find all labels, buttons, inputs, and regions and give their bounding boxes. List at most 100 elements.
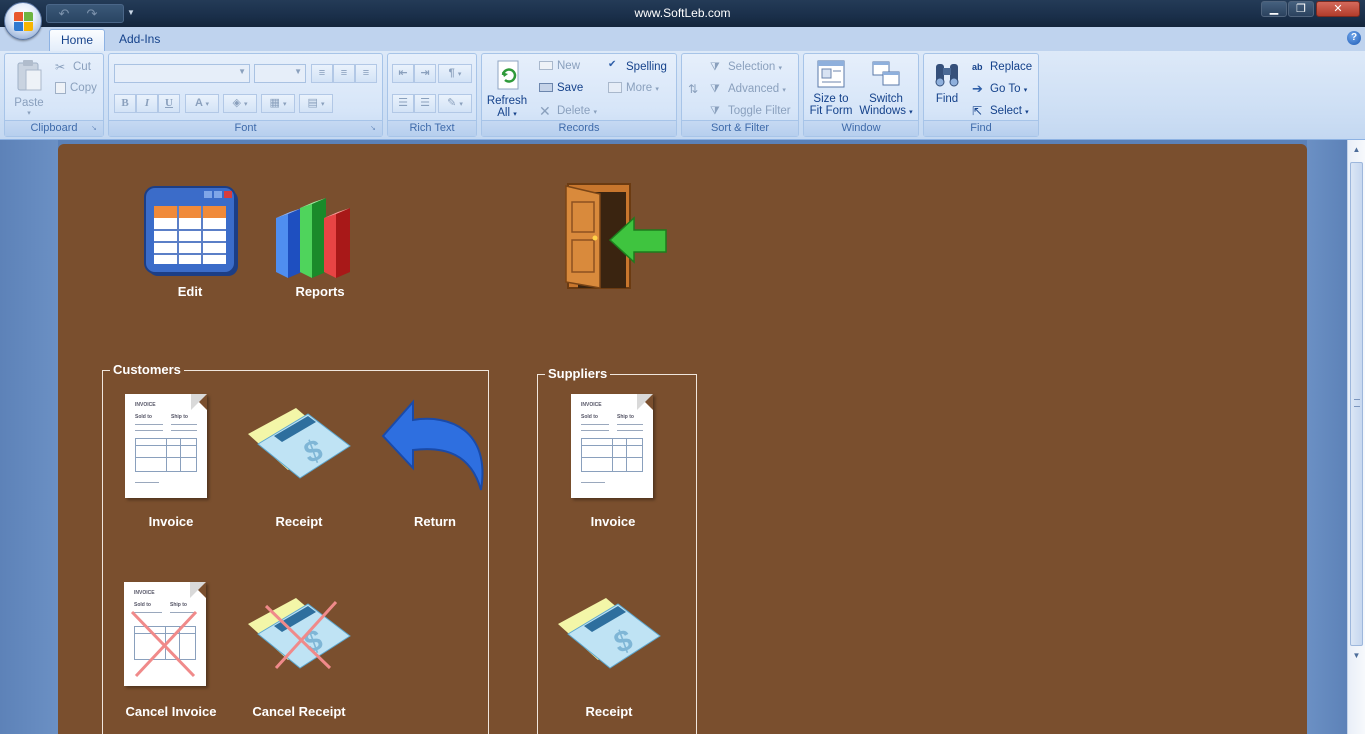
reports-button[interactable]: Reports [270,184,370,304]
switch-windows-button[interactable]: Switch Windows ▾ [856,58,916,117]
align-right-icon[interactable]: ≡ [355,64,377,83]
receipt-card-icon: $ [248,408,351,479]
alternate-fill-icon[interactable]: ▤ ▾ [299,94,333,113]
delete-button[interactable]: ✕ Delete ▾ [539,104,597,118]
bold-button[interactable]: B [114,94,136,113]
cancel-invoice-button[interactable]: INVOICE Sold to Ship to Cancel Invoice [116,580,226,720]
bullets-icon[interactable]: ☰ [414,94,436,113]
font-dialog-launcher-icon[interactable]: ↘ [370,124,379,133]
suppliers-frame-label: Suppliers [545,366,611,381]
supplier-receipt-button[interactable]: $ Receipt [554,580,664,720]
exit-button[interactable] [558,182,670,290]
new-record-icon [539,61,553,71]
supplier-receipt-label: Receipt [585,704,633,719]
customer-invoice-label: Invoice [148,514,194,529]
paragraph-icon[interactable]: ¶ ▾ [438,64,472,83]
cancel-receipt-button[interactable]: $ Cancel Receipt [244,580,354,720]
return-button[interactable]: Return [376,390,494,530]
paste-icon [17,60,42,91]
new-record-button[interactable]: New [539,60,580,72]
chevron-down-icon: ▼ [294,67,302,76]
records-group: Refresh All ▾ New Save ✕ Delete ▾ ✔ Spelli… [481,53,677,137]
scroll-down-icon[interactable]: ▼ [1350,648,1363,664]
font-group-label: Font [109,120,382,136]
underline-button[interactable]: U [158,94,180,113]
cursor-icon: ⇱ [972,104,983,118]
refresh-all-button[interactable]: Refresh All ▾ [485,58,529,119]
size-to-fit-form-button[interactable]: Size to Fit Form [807,58,855,117]
minimize-button[interactable]: ▁ [1261,1,1287,17]
ribbon: Paste ▾ ✂ Cut Copy Clipboard ↘ ▼ ▼ ≡ ≡ ≡ … [0,51,1365,140]
find-button[interactable]: Find [927,58,967,105]
cancel-invoice-label: Cancel Invoice [125,704,217,719]
clipboard-dialog-launcher-icon[interactable]: ↘ [91,124,100,133]
paste-dropdown-icon: ▾ [27,110,31,117]
help-icon[interactable]: ? [1347,31,1361,45]
advanced-button[interactable]: ⧩ Advanced ▾ [710,82,786,96]
increase-indent-icon[interactable]: ⇥ [414,64,436,83]
clipboard-group-label: Clipboard [5,120,103,136]
align-left-icon[interactable]: ≡ [311,64,333,83]
font-name-combo[interactable]: ▼ [114,64,250,83]
workspace-right-margin [1307,140,1347,734]
close-button[interactable]: ✕ [1316,1,1360,17]
ribbon-tab-row: Home Add-Ins ? [0,27,1365,51]
gridlines-icon[interactable]: ▦ ▾ [261,94,295,113]
customer-receipt-button[interactable]: $ Receipt [244,390,354,530]
spelling-button[interactable]: ✔ Spelling [608,60,667,74]
toggle-filter-button[interactable]: ⧩ Toggle Filter [710,104,791,118]
numbering-icon[interactable]: ☰ [392,94,414,113]
switch-windows-icon [872,61,900,86]
window-title: www.SoftLeb.com [634,6,731,20]
reports-label: Reports [295,284,345,299]
office-button[interactable] [4,2,42,40]
copy-button[interactable]: Copy [55,82,97,94]
cancel-invoice-document-icon: INVOICE Sold to Ship to [124,582,206,686]
vertical-scrollbar[interactable]: ▲ ▼ [1347,140,1365,734]
selection-button[interactable]: ⧩ Selection ▾ [710,60,782,74]
tab-home[interactable]: Home [49,29,106,51]
tab-add-ins[interactable]: Add-Ins [108,29,171,51]
sort-icon[interactable]: ⇅ [688,82,706,96]
replace-button[interactable]: ab Replace [972,60,1032,74]
cancel-receipt-icon: $ [248,598,351,670]
paste-button[interactable]: Paste ▾ [11,58,47,117]
size-to-label: Size to [813,93,849,105]
replace-icon: ab [972,62,983,72]
records-group-label: Records [482,120,676,136]
scissors-icon: ✂ [55,60,66,74]
rich-text-group: ⇤ ⇥ ¶ ▾ ☰ ☰ ✎ ▾ Rich Text [387,53,477,137]
rich-text-group-label: Rich Text [388,120,476,136]
italic-button[interactable]: I [136,94,158,113]
fill-color-icon[interactable]: ◈ ▾ [223,94,257,113]
copy-icon [55,82,66,94]
main-menu-form: Edit Reports Customers INVOICE Sold to S… [58,144,1307,734]
more-button[interactable]: More ▾ [608,82,659,94]
bar-chart-icon [276,198,350,278]
save-button[interactable]: Save [539,82,583,94]
customer-receipt-label: Receipt [275,514,323,529]
find-group: Find ab Replace ➔ Go To ▾ ⇱ Select ▾ Find [923,53,1039,137]
restore-button[interactable]: ❐ [1288,1,1314,17]
customer-invoice-button[interactable]: INVOICE Sold to Ship to Invoice [116,390,226,530]
workspace: ▲ ▼ Edit Reports Customers INVOICE Sold … [0,140,1365,734]
return-label: Return [414,514,456,529]
edit-button[interactable]: Edit [140,184,240,304]
return-arrow-icon [381,399,484,491]
scroll-thumb[interactable] [1350,162,1363,646]
scroll-up-icon[interactable]: ▲ [1350,142,1363,158]
highlight-icon[interactable]: ✎ ▾ [438,94,472,113]
go-to-button[interactable]: ➔ Go To ▾ [972,82,1027,96]
font-size-combo[interactable]: ▼ [254,64,306,83]
select-button[interactable]: ⇱ Select ▾ [972,104,1029,118]
align-center-icon[interactable]: ≡ [333,64,355,83]
sort-filter-group: ⇅ ⧩ Selection ▾ ⧩ Advanced ▾ ⧩ Toggle Filte… [681,53,799,137]
table-edit-icon [144,186,238,276]
font-color-button[interactable]: A ▾ [185,94,219,113]
window-group: Size to Fit Form Switch Windows ▾ Window [803,53,919,137]
windows-label: Windows ▾ [859,105,913,117]
decrease-indent-icon[interactable]: ⇤ [392,64,414,83]
refresh-label-2: All ▾ [497,107,517,119]
supplier-invoice-button[interactable]: INVOICE Sold to Ship to Invoice [558,390,668,530]
cut-button[interactable]: ✂ Cut [55,60,91,74]
